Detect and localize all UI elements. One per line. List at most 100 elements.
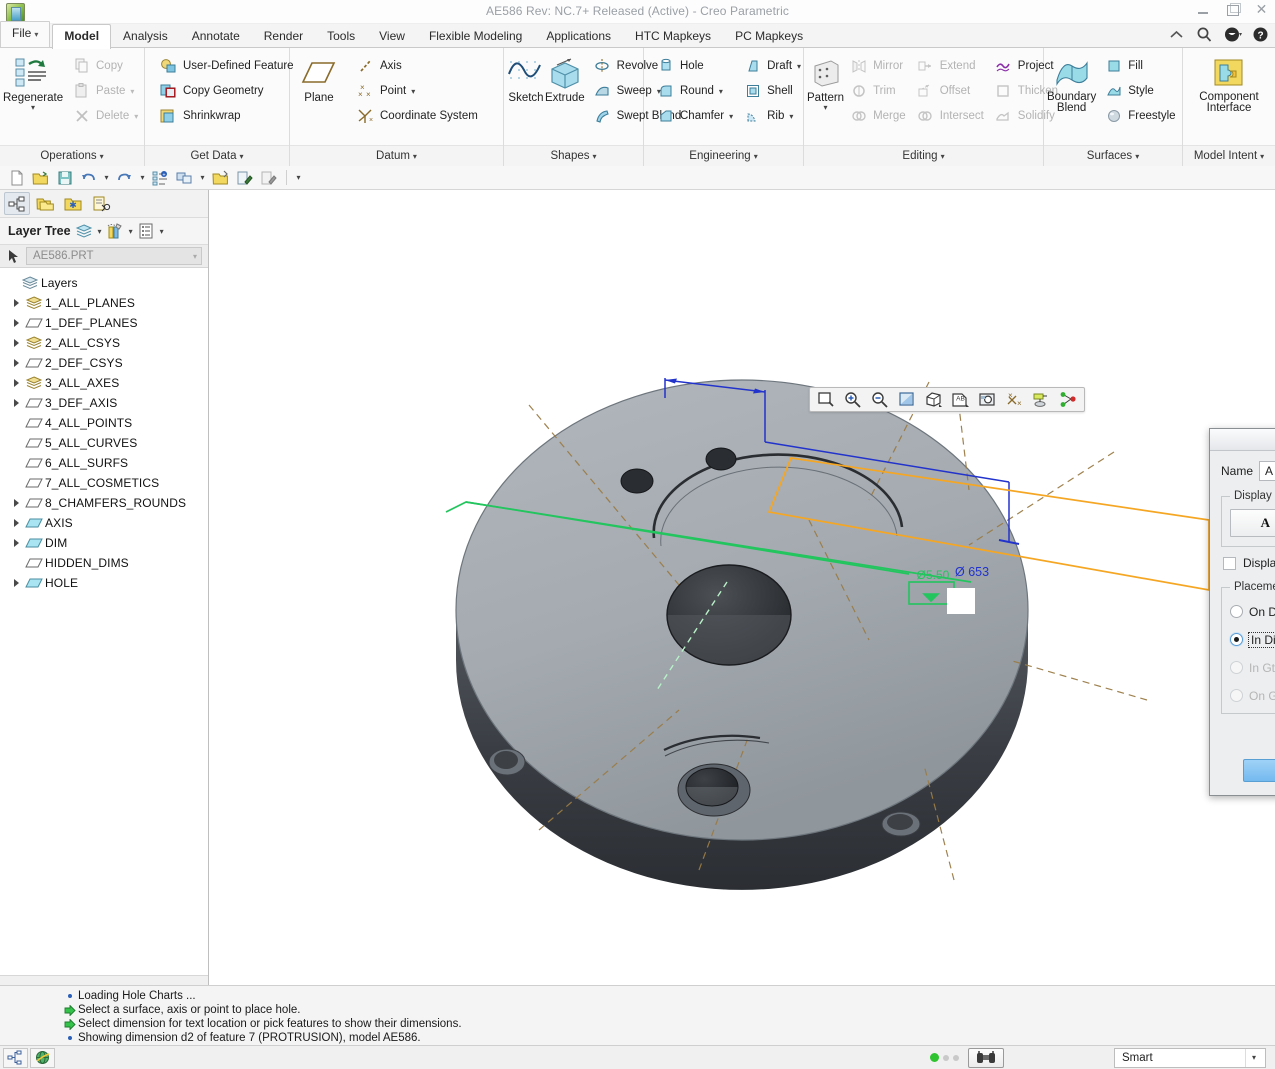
regenerate-caret[interactable]: ▾: [3, 104, 63, 112]
point-button[interactable]: × × × Point ▾: [351, 79, 483, 103]
open-icon[interactable]: [30, 168, 51, 188]
repaint-icon[interactable]: [893, 389, 920, 410]
display-datum-graphics-row[interactable]: Display Datum Graphics: [1223, 556, 1275, 570]
paste-caret[interactable]: ▾: [130, 87, 134, 96]
group-title-engineering[interactable]: Engineering ▾: [644, 145, 803, 166]
tab-annotate[interactable]: Annotate: [180, 24, 252, 48]
undo-caret[interactable]: ▾: [102, 173, 111, 182]
expander-icon[interactable]: [10, 299, 23, 307]
search-icon[interactable]: [1196, 26, 1213, 43]
expander-icon[interactable]: [10, 539, 23, 547]
group-title-get-data[interactable]: Get Data ▾: [145, 145, 289, 166]
layer-row[interactable]: 2_ALL_CSYS: [0, 333, 208, 353]
annotate2-icon[interactable]: [258, 168, 279, 188]
axis-name-input[interactable]: [1259, 461, 1275, 481]
expander-icon[interactable]: [10, 359, 23, 367]
redo-icon[interactable]: [114, 168, 135, 188]
tab-view[interactable]: View: [367, 24, 417, 48]
graphics-window[interactable]: Ø5.50 Ø 653 AB × × Name A Display A Disp…: [209, 190, 1275, 985]
undo-icon[interactable]: [78, 168, 99, 188]
sketch-button[interactable]: Sketch: [507, 52, 545, 104]
layer-row[interactable]: 4_ALL_POINTS: [0, 413, 208, 433]
view-manager-icon[interactable]: [974, 389, 1001, 410]
layers-caret[interactable]: ▾: [98, 227, 102, 236]
tab-applications[interactable]: Applications: [534, 24, 623, 48]
display-plain-a-button[interactable]: A: [1230, 509, 1275, 537]
list-caret[interactable]: ▾: [160, 227, 164, 236]
selection-filter-combo[interactable]: Smart ▾: [1114, 1047, 1266, 1068]
pointer-icon[interactable]: [0, 249, 26, 264]
layer-row[interactable]: 1_ALL_PLANES: [0, 293, 208, 313]
layer-row[interactable]: 3_ALL_AXES: [0, 373, 208, 393]
offset-button[interactable]: Offset: [911, 79, 989, 103]
annotation-display-icon[interactable]: [1028, 389, 1055, 410]
layers-icon[interactable]: [75, 223, 94, 240]
group-title-shapes[interactable]: Shapes ▾: [504, 145, 643, 166]
ok-button[interactable]: OK: [1243, 759, 1275, 782]
tree-root[interactable]: Layers: [0, 273, 208, 293]
round-caret[interactable]: ▾: [719, 87, 723, 96]
spin-center-icon[interactable]: [1055, 389, 1082, 410]
layer-row[interactable]: 5_ALL_CURVES: [0, 433, 208, 453]
tab-pc-mapkeys[interactable]: PC Mapkeys: [723, 24, 815, 48]
model-filter-combo[interactable]: AE586.PRT ▾: [26, 247, 202, 265]
tab-model[interactable]: Model: [52, 24, 112, 49]
layer-row[interactable]: HIDDEN_DIMS: [0, 553, 208, 573]
layer-row[interactable]: AXIS: [0, 513, 208, 533]
expander-icon[interactable]: [10, 579, 23, 587]
chamfer-caret[interactable]: ▾: [729, 112, 733, 121]
layer-row[interactable]: 1_DEF_PLANES: [0, 313, 208, 333]
rib-button[interactable]: Rib ▾: [738, 104, 806, 128]
layer-tree-icon[interactable]: [88, 192, 114, 215]
help-icon[interactable]: ?: [1252, 26, 1269, 43]
delete-caret[interactable]: ▾: [134, 112, 138, 121]
redo-caret[interactable]: ▾: [138, 173, 147, 182]
expander-icon[interactable]: [10, 499, 23, 507]
close-icon[interactable]: ✕: [1254, 2, 1269, 17]
layer-row[interactable]: 8_CHAMFERS_ROUNDS: [0, 493, 208, 513]
regenerate-icon[interactable]: +: [150, 168, 171, 188]
on-datum-radio[interactable]: [1230, 605, 1243, 618]
hole-button[interactable]: Hole: [651, 54, 738, 78]
expander-icon[interactable]: [10, 319, 23, 327]
delete-button[interactable]: Delete ▾: [67, 104, 143, 128]
chevron-up-icon[interactable]: [1168, 26, 1185, 43]
model-tree-toggle-icon[interactable]: [3, 1047, 28, 1068]
group-title-datum[interactable]: Datum ▾: [290, 145, 503, 166]
layer-row[interactable]: HOLE: [0, 573, 208, 593]
smiley-icon[interactable]: [1224, 26, 1242, 43]
freestyle-button[interactable]: Freestyle: [1099, 104, 1180, 128]
zoom-out-icon[interactable]: [866, 389, 893, 410]
quick-access-overflow[interactable]: ▾: [294, 173, 303, 182]
layer-row[interactable]: 3_DEF_AXIS: [0, 393, 208, 413]
point-caret[interactable]: ▾: [411, 87, 415, 96]
group-title-editing[interactable]: Editing ▾: [804, 145, 1043, 166]
datum-display-icon[interactable]: × ×: [1001, 389, 1028, 410]
globe-icon[interactable]: [30, 1047, 55, 1068]
zoom-in-icon[interactable]: [839, 389, 866, 410]
chamfer-button[interactable]: Chamfer ▾: [651, 104, 738, 128]
plane-button[interactable]: Plane: [293, 52, 345, 104]
settings-icon[interactable]: [106, 223, 125, 240]
draft-button[interactable]: Draft ▾: [738, 54, 806, 78]
layer-row[interactable]: 2_DEF_CSYS: [0, 353, 208, 373]
group-title-operations[interactable]: Operations ▾: [0, 145, 144, 166]
navigator-splitter[interactable]: [0, 975, 208, 985]
tab-render[interactable]: Render: [252, 24, 315, 48]
layer-row[interactable]: DIM: [0, 533, 208, 553]
annotate1-icon[interactable]: [234, 168, 255, 188]
mirror-button[interactable]: Mirror: [844, 54, 911, 78]
draft-caret[interactable]: ▾: [797, 62, 801, 71]
binoculars-icon[interactable]: [968, 1047, 1004, 1068]
tab-flexible-modeling[interactable]: Flexible Modeling: [417, 24, 534, 48]
user-defined-feature-button[interactable]: User-Defined Feature: [154, 54, 299, 78]
layer-row[interactable]: 6_ALL_SURFS: [0, 453, 208, 473]
model-tree-icon[interactable]: [4, 192, 30, 215]
pattern-caret[interactable]: ▾: [807, 104, 844, 112]
group-title-model-intent[interactable]: Model Intent ▾: [1183, 145, 1275, 166]
display-style-icon[interactable]: [920, 389, 947, 410]
expander-icon[interactable]: [10, 379, 23, 387]
round-button[interactable]: Round ▾: [651, 79, 738, 103]
expander-icon[interactable]: [10, 399, 23, 407]
close-window-icon[interactable]: [210, 168, 231, 188]
